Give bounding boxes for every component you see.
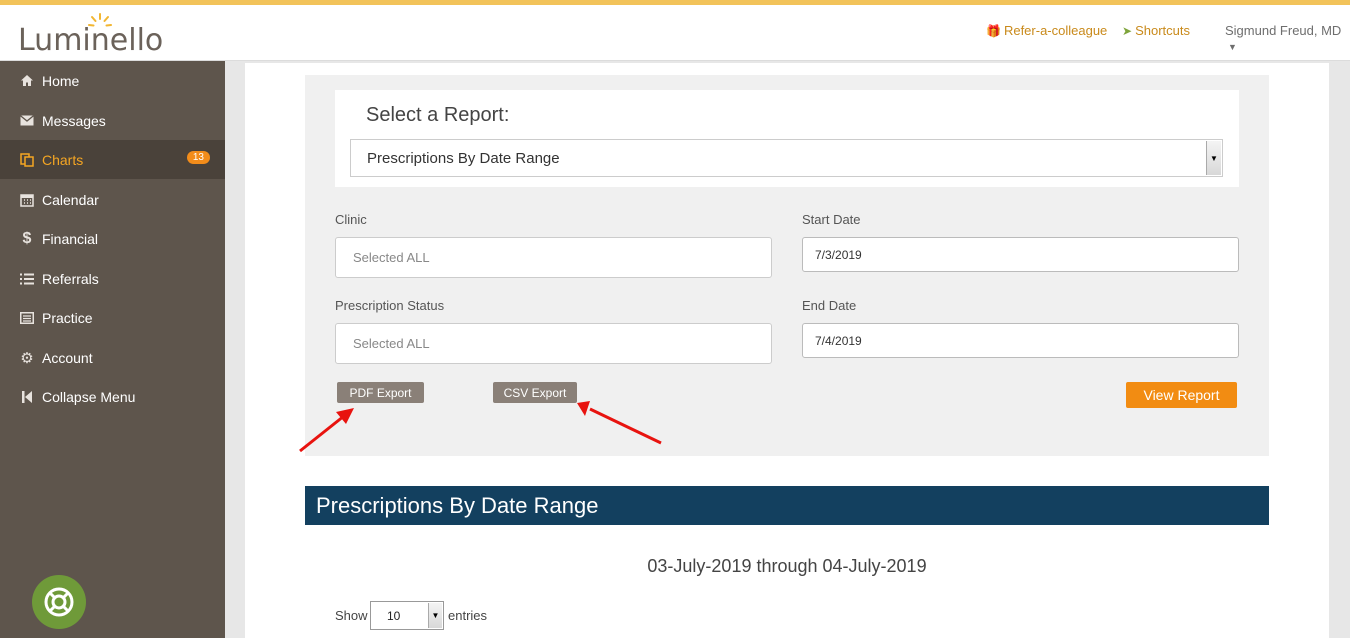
user-menu[interactable]: Sigmund Freud, MD ▼ [1225,23,1350,53]
gift-icon: 🎁 [986,24,1001,38]
sidebar-item-label: Charts [42,151,84,168]
list-icon [19,273,35,285]
sidebar-item-label: Calendar [42,191,99,208]
prescription-status-value: Selected ALL [353,336,430,351]
clinic-multiselect[interactable]: Selected ALL [335,237,772,278]
envelope-icon [19,115,35,126]
sidebar: Home Messages Charts 13 Calendar $ Finan… [0,61,225,638]
luminello-logo[interactable]: Luminello [18,13,178,58]
rocket-icon: ➤ [1122,24,1133,38]
sidebar-item-practice[interactable]: Practice [0,298,225,337]
select-report-title: Select a Report: [366,104,510,126]
pdf-export-button[interactable]: PDF Export [337,382,424,403]
sidebar-item-collapse-menu[interactable]: Collapse Menu [0,377,225,416]
start-date-field[interactable]: 7/3/2019 [802,237,1239,272]
sidebar-item-label: Referrals [42,270,99,287]
sidebar-item-label: Account [42,349,93,366]
clinic-value: Selected ALL [353,250,430,265]
end-date-value: 7/4/2019 [815,333,862,348]
sidebar-item-messages[interactable]: Messages [0,101,225,140]
report-type-select[interactable]: Prescriptions By Date Range ▼ [350,139,1223,177]
sidebar-item-label: Messages [42,112,106,129]
report-date-range: 03-July-2019 through 04-July-2019 [647,556,927,576]
refer-a-colleague-link[interactable]: 🎁 Refer-a-colleague [986,23,1107,38]
entries-per-page-select[interactable]: 10 ▼ [370,601,444,630]
charts-count-badge: 13 [186,151,210,164]
sidebar-item-label: Financial [42,230,99,247]
csv-export-button[interactable]: CSV Export [493,382,577,403]
entries-per-page-value: 10 [387,608,401,623]
report-type-value: Prescriptions By Date Range [367,149,560,167]
user-name: Sigmund Freud, MD [1225,23,1342,38]
chevron-down-icon: ▼ [428,603,442,628]
caret-down-icon: ▼ [1228,42,1237,52]
show-label: Show [335,608,368,623]
sidebar-item-account[interactable]: ⚙ Account [0,338,225,377]
shortcuts-link[interactable]: ➤ Shortcuts [1122,23,1190,38]
home-icon [19,74,35,87]
refer-label: Refer-a-colleague [1003,23,1108,38]
prescription-status-multiselect[interactable]: Selected ALL [335,323,772,364]
sidebar-item-label: Collapse Menu [42,388,136,405]
sidebar-item-label: Home [42,72,80,89]
sidebar-item-label: Practice [42,309,93,326]
sidebar-item-financial[interactable]: $ Financial [0,219,225,258]
sidebar-item-charts[interactable]: Charts 13 [0,140,225,179]
results-title: Prescriptions By Date Range [316,492,599,518]
sidebar-item-calendar[interactable]: Calendar [0,180,225,219]
dollar-icon: $ [22,229,32,247]
prescription-status-label: Prescription Status [335,298,445,313]
start-date-value: 7/3/2019 [815,247,862,262]
gear-icon: ⚙ [20,349,34,367]
results-title-bar: Prescriptions By Date Range [305,486,1269,525]
brand-name: Luminello [18,23,164,58]
end-date-field[interactable]: 7/4/2019 [802,323,1239,358]
list-alt-icon [19,311,35,324]
chevron-down-icon: ▼ [1206,141,1221,175]
shortcuts-label: Shortcuts [1135,23,1190,38]
clinic-label: Clinic [335,212,367,227]
copy-icon [19,152,35,167]
view-report-button[interactable]: View Report [1126,382,1237,408]
step-backward-icon [19,390,35,403]
sidebar-item-home[interactable]: Home [0,61,225,100]
sidebar-item-referrals[interactable]: Referrals [0,259,225,298]
start-date-label: Start Date [802,212,861,227]
help-button[interactable] [32,575,86,629]
life-ring-icon [44,587,74,617]
end-date-label: End Date [802,298,857,313]
calendar-icon [19,193,35,207]
top-bar: Luminello 🎁 Refer-a-colleague ➤ Shortcuts … [0,5,1350,61]
entries-label: entries [448,608,488,623]
